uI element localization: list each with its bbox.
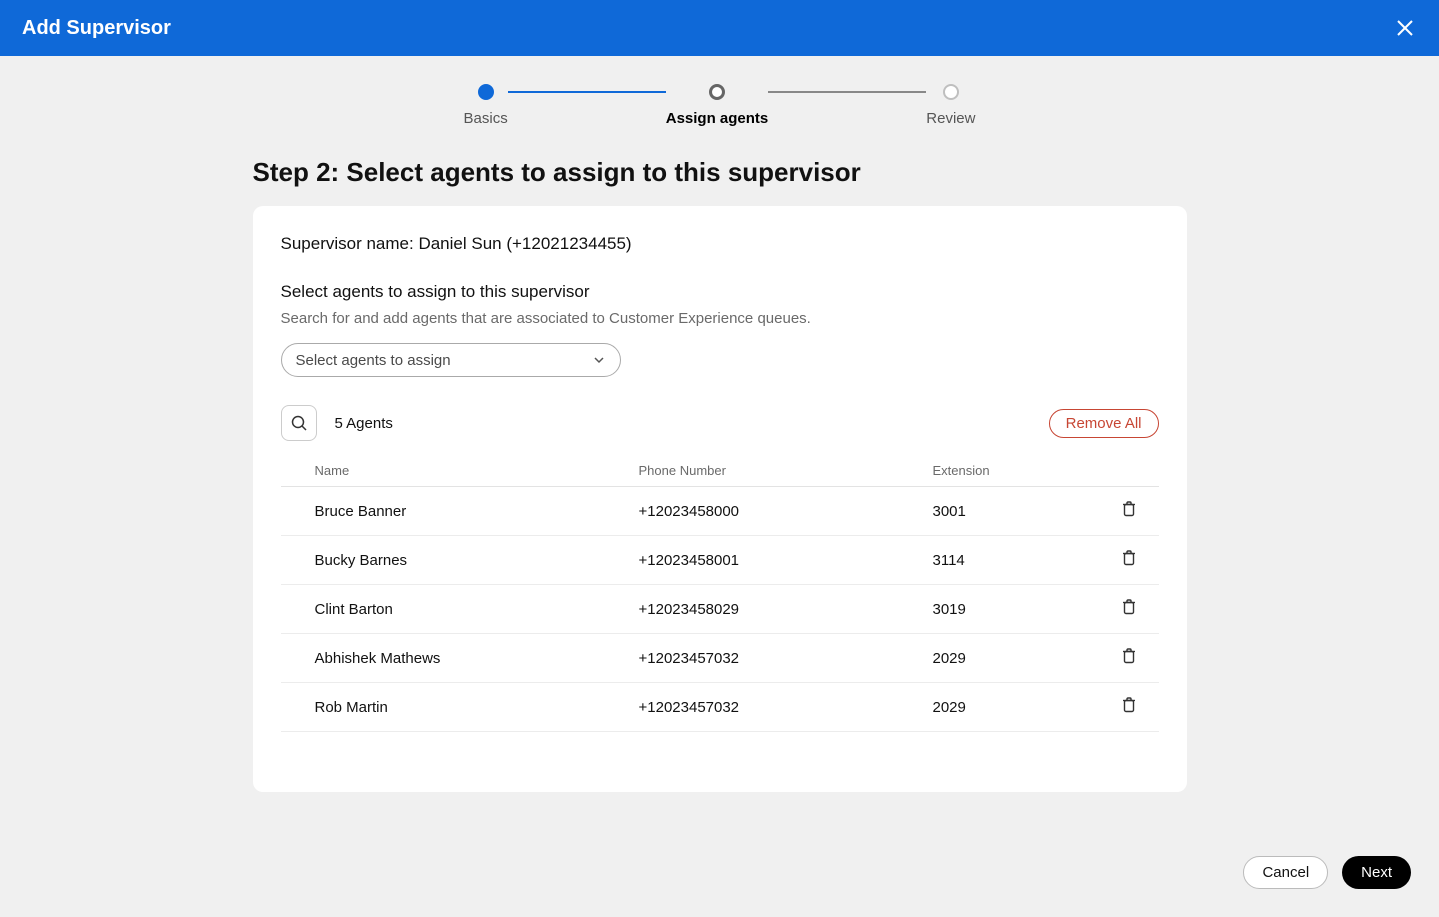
table-row: Rob Martin+120234570322029 <box>281 683 1159 732</box>
close-button[interactable] <box>1393 16 1417 40</box>
agent-phone: +12023458000 <box>639 503 899 520</box>
col-header-name: Name <box>315 463 639 478</box>
step-connector <box>508 91 666 93</box>
table-row: Clint Barton+120234580293019 <box>281 585 1159 634</box>
step-review[interactable]: Review <box>926 84 975 127</box>
search-icon <box>290 414 308 432</box>
step-connector <box>768 91 926 93</box>
step-label: Assign agents <box>666 110 769 127</box>
agent-name: Clint Barton <box>315 601 639 618</box>
modal-header: Add Supervisor <box>0 0 1439 56</box>
agents-toolbar: 5 Agents Remove All <box>281 405 1159 441</box>
step-basics[interactable]: Basics <box>464 84 508 127</box>
section-help-text: Search for and add agents that are assoc… <box>281 310 1159 327</box>
step-label: Review <box>926 110 975 127</box>
trash-icon <box>1121 647 1137 669</box>
agent-phone: +12023457032 <box>639 650 899 667</box>
remove-all-button[interactable]: Remove All <box>1049 409 1159 438</box>
agent-extension: 3019 <box>899 601 1099 618</box>
trash-icon <box>1121 598 1137 620</box>
agent-extension: 3114 <box>899 552 1099 569</box>
wizard-stepper: Basics Assign agents Review <box>0 56 1439 147</box>
delete-agent-button[interactable] <box>1099 598 1159 620</box>
agent-phone: +12023457032 <box>639 699 899 716</box>
agent-extension: 2029 <box>899 650 1099 667</box>
modal-title: Add Supervisor <box>22 17 171 40</box>
close-icon <box>1395 18 1415 38</box>
agent-name: Bucky Barnes <box>315 552 639 569</box>
page-title: Step 2: Select agents to assign to this … <box>253 157 1187 188</box>
table-body: Bruce Banner+120234580003001Bucky Barnes… <box>281 487 1159 732</box>
table-row: Bucky Barnes+120234580013114 <box>281 536 1159 585</box>
step-circle-current-icon <box>709 84 725 100</box>
next-button[interactable]: Next <box>1342 856 1411 889</box>
delete-agent-button[interactable] <box>1099 549 1159 571</box>
trash-icon <box>1121 696 1137 718</box>
step-label: Basics <box>464 110 508 127</box>
agent-name: Bruce Banner <box>315 503 639 520</box>
agents-table: Name Phone Number Extension Bruce Banner… <box>281 455 1159 732</box>
agent-extension: 2029 <box>899 699 1099 716</box>
section-subtitle: Select agents to assign to this supervis… <box>281 282 1159 302</box>
agent-phone: +12023458029 <box>639 601 899 618</box>
agent-phone: +12023458001 <box>639 552 899 569</box>
step-circle-done-icon <box>478 84 494 100</box>
col-header-phone: Phone Number <box>639 463 899 478</box>
delete-agent-button[interactable] <box>1099 696 1159 718</box>
search-button[interactable] <box>281 405 317 441</box>
cancel-button[interactable]: Cancel <box>1243 856 1328 889</box>
agents-count: 5 Agents <box>335 415 393 432</box>
col-header-extension: Extension <box>899 463 1099 478</box>
trash-icon <box>1121 500 1137 522</box>
trash-icon <box>1121 549 1137 571</box>
table-row: Bruce Banner+120234580003001 <box>281 487 1159 536</box>
delete-agent-button[interactable] <box>1099 647 1159 669</box>
table-header-row: Name Phone Number Extension <box>281 455 1159 487</box>
select-placeholder: Select agents to assign <box>296 352 451 369</box>
supervisor-name-line: Supervisor name: Daniel Sun (+1202123445… <box>281 234 1159 254</box>
step-circle-pending-icon <box>943 84 959 100</box>
footer-actions: Cancel Next <box>1243 856 1411 889</box>
agent-name: Rob Martin <box>315 699 639 716</box>
content-card: Supervisor name: Daniel Sun (+1202123445… <box>253 206 1187 792</box>
chevron-down-icon <box>592 353 606 367</box>
agent-name: Abhishek Mathews <box>315 650 639 667</box>
agent-select-dropdown[interactable]: Select agents to assign <box>281 343 621 377</box>
agent-extension: 3001 <box>899 503 1099 520</box>
step-assign-agents[interactable]: Assign agents <box>666 84 769 127</box>
delete-agent-button[interactable] <box>1099 500 1159 522</box>
table-row: Abhishek Mathews+120234570322029 <box>281 634 1159 683</box>
